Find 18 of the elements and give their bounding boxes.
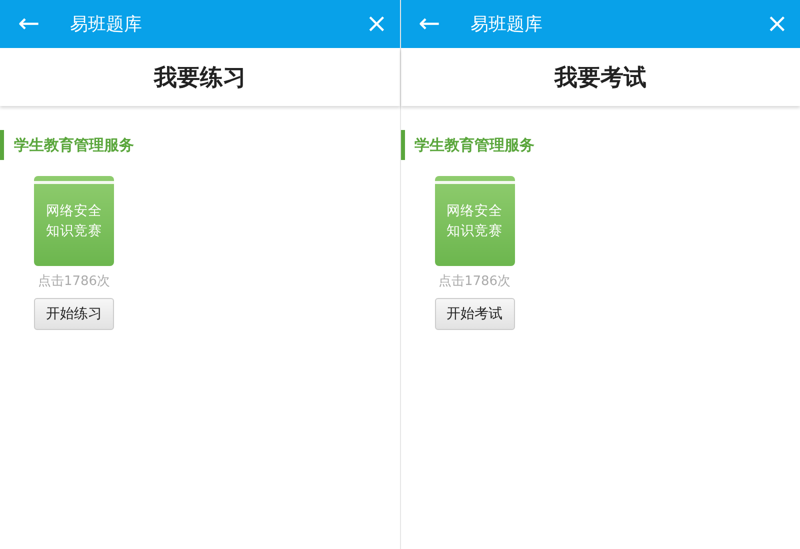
- back-button[interactable]: ←: [418, 11, 440, 37]
- start-button[interactable]: 开始考试: [434, 298, 514, 330]
- start-button[interactable]: 开始练习: [34, 298, 114, 330]
- click-count: 点击1786次: [438, 273, 511, 290]
- section-title: 学生教育管理服务: [14, 136, 134, 154]
- page-title: 我要考试: [554, 64, 646, 92]
- page-title: 我要练习: [154, 64, 246, 92]
- click-count: 点击1786次: [38, 273, 110, 290]
- book-cover[interactable]: 网络安全知识竞赛: [34, 176, 114, 266]
- close-button[interactable]: ×: [366, 11, 388, 37]
- app-title: 易班题库: [70, 13, 143, 36]
- cover-title: 网络安全知识竞赛: [446, 202, 504, 241]
- cover-title: 网络安全知识竞赛: [45, 202, 103, 241]
- book-cover[interactable]: 网络安全知识竞赛: [434, 176, 514, 266]
- section-title: 学生教育管理服务: [414, 136, 534, 154]
- back-button[interactable]: ←: [18, 11, 40, 37]
- close-button[interactable]: ×: [766, 11, 788, 37]
- app-title: 易班题库: [470, 13, 544, 36]
